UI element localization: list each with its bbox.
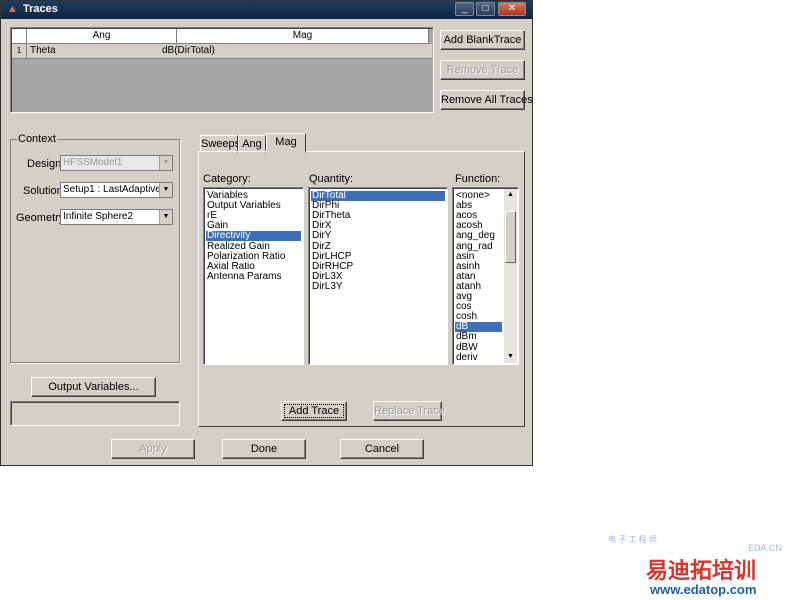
context-legend: Context xyxy=(17,133,57,145)
add-blank-trace-button[interactable]: Add BlankTrace xyxy=(440,30,525,50)
function-list-item[interactable]: dBW xyxy=(455,342,502,353)
scroll-up-icon[interactable]: ▲ xyxy=(504,189,517,201)
output-variables-button[interactable]: Output Variables... xyxy=(31,377,156,397)
cancel-button[interactable]: Cancel xyxy=(340,439,424,459)
add-trace-button[interactable]: Add Trace xyxy=(281,401,347,421)
solution-value: Setup1 : LastAdaptive xyxy=(63,184,161,195)
replace-trace-button[interactable]: Replace Trace xyxy=(373,401,445,421)
title-bar[interactable]: ▲ Traces _ □ ✕ xyxy=(1,1,532,19)
quantity-list[interactable]: DirTotal DirPhi DirTheta DirX DirY DirZ DirLHC… xyxy=(308,187,448,365)
apply-button[interactable]: Apply xyxy=(111,439,195,459)
table-row[interactable]: 1 Theta dB(DirTotal) xyxy=(12,44,432,59)
function-label: Function: xyxy=(455,173,501,185)
chevron-down-icon: ▼ xyxy=(159,183,172,197)
scroll-down-icon[interactable]: ▼ xyxy=(504,351,517,363)
quantity-list-item[interactable]: DirZ xyxy=(311,241,445,252)
category-label: Category: xyxy=(203,173,251,185)
design-select[interactable]: HFSSModel1 ▼ xyxy=(60,155,173,171)
remove-trace-button[interactable]: Remove Trace xyxy=(440,60,525,80)
app-logo-icon: ▲ xyxy=(7,3,18,15)
cell-mag[interactable]: dB(DirTotal) xyxy=(162,44,215,58)
watermark-brand: 易迪拓培训 xyxy=(646,558,757,583)
minimize-button[interactable]: _ xyxy=(455,2,474,16)
geometry-value: Infinite Sphere2 xyxy=(63,211,134,222)
watermark-subtitle: 电 子 工 程 师 xyxy=(608,535,657,544)
traces-table: Ang Mag 1 Theta dB(DirTotal) xyxy=(10,27,434,113)
table-corner-header xyxy=(12,29,27,44)
watermark-edacn: EDA.CN xyxy=(748,543,783,553)
solution-select[interactable]: Setup1 : LastAdaptive ▼ xyxy=(60,182,173,198)
column-header-ang[interactable]: Ang xyxy=(27,29,177,44)
category-list-item[interactable]: Realized Gain xyxy=(206,241,301,252)
remove-all-traces-button[interactable]: Remove All Traces xyxy=(440,90,533,110)
chevron-down-icon: ▼ xyxy=(159,156,172,170)
geometry-select[interactable]: Infinite Sphere2 ▼ xyxy=(60,209,173,225)
design-value: HFSSModel1 xyxy=(63,157,123,168)
tab-mag[interactable]: Mag xyxy=(266,133,306,153)
quantity-list-item[interactable]: DirX xyxy=(311,221,445,231)
quantity-list-item[interactable]: DirY xyxy=(311,231,445,241)
function-list-item[interactable]: deriv xyxy=(455,352,502,363)
close-button[interactable]: ✕ xyxy=(498,2,526,16)
chevron-down-icon: ▼ xyxy=(159,210,172,224)
function-list[interactable]: <none> abs acos acosh ang_deg ang_rad asin asin… xyxy=(452,187,519,365)
function-list-item[interactable]: ang_deg xyxy=(455,231,502,241)
window-title: Traces xyxy=(23,3,58,15)
maximize-button[interactable]: □ xyxy=(476,2,495,16)
row-number: 1 xyxy=(12,44,27,59)
done-button[interactable]: Done xyxy=(222,439,306,459)
category-list-item[interactable]: Output Variables xyxy=(206,201,301,211)
function-scrollbar[interactable]: ▲ ▼ xyxy=(504,189,517,363)
quantity-list-item[interactable]: DirTheta xyxy=(311,211,445,221)
function-list-item[interactable]: ang_rad xyxy=(455,241,502,252)
mag-tab-panel: Category: Quantity: Function: Variables O… xyxy=(198,151,525,427)
cell-ang[interactable]: Theta xyxy=(30,44,56,58)
category-list-item[interactable]: Antenna Params xyxy=(206,271,301,282)
column-header-mag[interactable]: Mag xyxy=(177,29,429,44)
quantity-list-item[interactable]: DirL3Y xyxy=(311,281,445,292)
context-group: Context Design: HFSSModel1 ▼ Solution: S… xyxy=(10,133,180,363)
function-list-item[interactable]: dBm xyxy=(455,332,502,342)
design-label: Design: xyxy=(27,158,65,170)
traces-dialog: ▲ Traces _ □ ✕ Ang Mag 1 Theta dB(DirTot… xyxy=(0,0,533,466)
scrollbar-thumb[interactable] xyxy=(505,211,516,263)
category-list[interactable]: Variables Output Variables rE Gain Directivi… xyxy=(203,187,304,365)
status-field xyxy=(10,401,180,426)
watermark-url: www.edatop.com xyxy=(650,582,757,597)
category-list-item[interactable]: Directivity xyxy=(206,231,301,242)
quantity-label: Quantity: xyxy=(309,173,354,185)
